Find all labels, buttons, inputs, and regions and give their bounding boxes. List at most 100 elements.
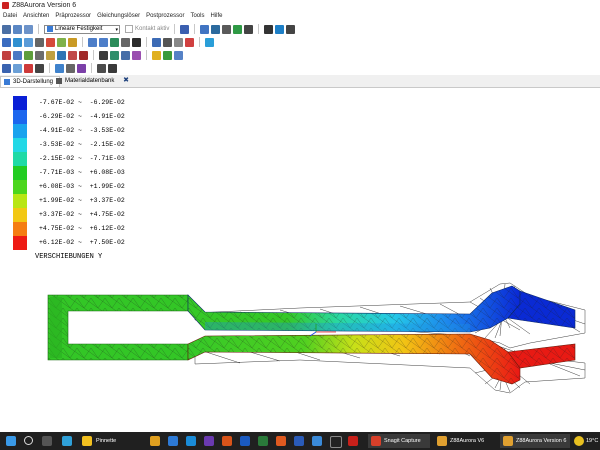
front-view-icon[interactable] [13,37,22,47]
tab-material-db[interactable]: Materialdatenbank ✖ [53,76,129,86]
screenshot-icon[interactable] [286,24,296,34]
rotate-icon[interactable] [35,37,44,47]
zoom-in-icon[interactable] [88,37,97,47]
toolbar-divider [174,24,176,34]
menu-ansichten[interactable]: Ansichten [20,11,52,22]
checkbox-box [125,25,133,33]
teams-icon[interactable] [204,436,214,446]
analysis-type-select[interactable]: Lineare Festigkeit ▾ [44,24,120,34]
arrow-right-icon[interactable] [200,24,210,34]
shading-icon[interactable] [132,37,141,47]
arrows-icon[interactable] [46,37,55,47]
info-icon[interactable] [174,50,183,60]
select-icon[interactable] [13,50,22,60]
app-icon[interactable] [312,436,322,446]
solver-icon[interactable] [180,24,190,34]
toolbar-divider [49,63,50,73]
taskbar-app-z88-version-6[interactable]: Z88Aurora Version 6 [500,434,570,448]
toolbar-divider [146,37,147,47]
edge-icon[interactable] [174,37,183,47]
tab-3d-view[interactable]: 3D-Darstellung [0,76,60,87]
export-icon[interactable] [275,24,285,34]
menu-postprozessor[interactable]: Postprozessor [143,11,187,22]
mesh-icon[interactable] [211,24,221,34]
group-icon[interactable] [24,50,33,60]
force-icon[interactable] [68,50,77,60]
legend-icon[interactable] [77,63,86,73]
windows-start-icon[interactable] [6,436,16,446]
bandwidth-icon[interactable] [99,50,108,60]
mirror-icon[interactable] [108,63,117,73]
element-icon[interactable] [163,37,172,47]
view-icon[interactable] [244,24,254,34]
node-icon[interactable] [152,37,161,47]
warning-icon[interactable] [152,50,161,60]
iso-view-icon[interactable] [57,37,66,47]
load-case-icon[interactable] [2,63,11,73]
animation-icon[interactable] [55,63,64,73]
edge-browser-icon[interactable] [62,436,72,446]
boundary-icon[interactable] [13,63,22,73]
weather-icon[interactable] [574,436,584,446]
scale-icon[interactable] [66,63,75,73]
check-icon[interactable] [163,50,172,60]
menu-datei[interactable]: Datei [0,11,20,22]
plot-icon[interactable] [132,50,141,60]
save-icon[interactable] [24,24,33,34]
toolbar-row-2 [0,35,600,49]
tree-icon[interactable] [233,24,243,34]
side-view-icon[interactable] [24,37,33,47]
search-icon[interactable] [24,436,33,445]
taskbar-app-pinnette[interactable]: Pinnette [80,434,140,448]
task-view-icon[interactable] [42,436,52,446]
zoom-out-icon[interactable] [99,37,108,47]
wireframe-icon[interactable] [68,37,77,47]
menu-hilfe[interactable]: Hilfe [207,11,225,22]
delete-icon[interactable] [2,50,11,60]
results-icon[interactable] [121,50,130,60]
pinnette-icon [82,436,92,446]
deform-icon[interactable] [35,63,44,73]
menu-gleichungsloeser[interactable]: Gleichungslöser [94,11,143,22]
material-icon[interactable] [46,50,55,60]
solve-icon[interactable] [110,50,119,60]
temperature: 19°C [586,438,599,444]
firefox-icon[interactable] [276,436,286,446]
menu-tools[interactable]: Tools [187,11,207,22]
acrobat-icon[interactable] [348,436,358,446]
light-icon[interactable] [205,37,214,47]
fit-icon[interactable] [121,37,130,47]
pan-icon[interactable] [110,37,119,47]
close-icon[interactable]: ✖ [123,76,129,86]
outlook-icon[interactable] [240,436,250,446]
toolbar-divider [38,24,39,34]
word-icon[interactable] [294,436,304,446]
pdf-icon[interactable] [330,436,342,448]
constraint-icon[interactable] [57,50,66,60]
open-file-icon[interactable] [13,24,22,34]
3d-viewport[interactable]: -7.67E-02 ~ -6.29E-02 -6.29E-02 ~ -4.91E-… [0,88,600,432]
measure-icon[interactable] [35,50,44,60]
menu-praeprozessor[interactable]: Präprozessor [52,11,94,22]
mail-icon[interactable] [168,436,178,446]
window-title: Z88Aurora Version 6 [12,2,77,9]
chevron-down-icon: ▾ [115,26,118,33]
excel-icon[interactable] [258,436,268,446]
contact-checkbox[interactable]: Kontakt aktiv [125,25,169,33]
office-icon[interactable] [222,436,232,446]
taskbar-app-snagit[interactable]: Snagit Capture [368,434,430,448]
pressure-icon[interactable] [79,50,88,60]
stress-icon[interactable] [24,63,33,73]
cube-view-icon[interactable] [2,37,11,47]
file-explorer-icon[interactable] [150,436,160,446]
table-icon [56,78,62,84]
new-file-icon[interactable] [2,24,11,34]
grid-icon[interactable] [222,24,232,34]
highlight-icon[interactable] [185,37,194,47]
store-icon[interactable] [186,436,196,446]
taskbar-app-z88-v6[interactable]: Z88Aurora V6 [434,434,496,448]
toolbar-divider [82,37,83,47]
section-icon[interactable] [97,63,106,73]
tab-label: Materialdatenbank [65,78,115,84]
camera-icon[interactable] [264,24,274,34]
